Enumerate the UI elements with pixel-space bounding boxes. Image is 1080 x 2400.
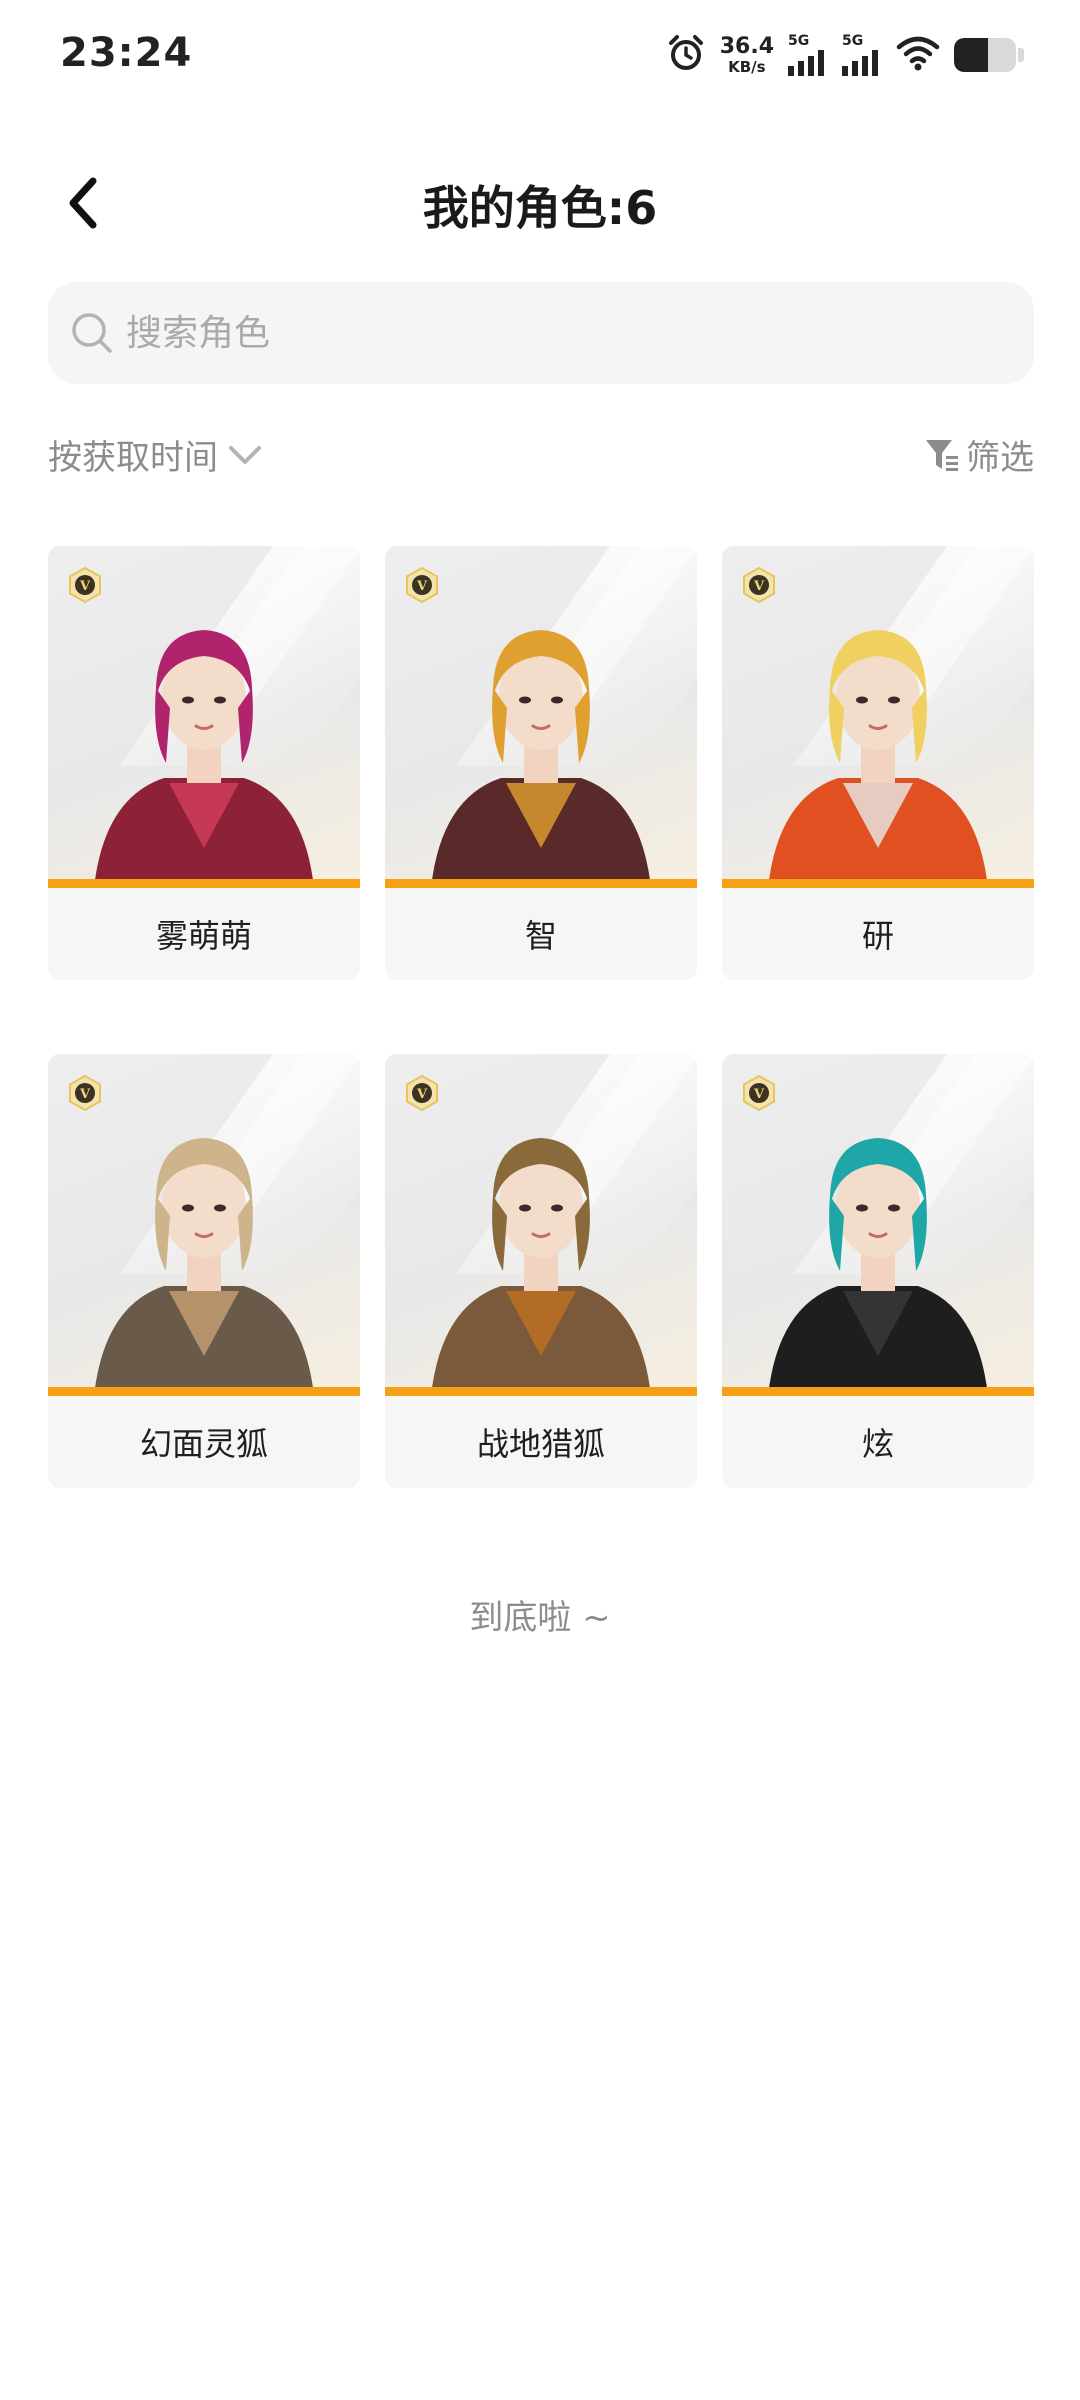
card-accent-bar <box>48 879 360 888</box>
wifi-icon <box>896 35 940 75</box>
network-speed: 36.4 KB/s <box>719 33 774 76</box>
filter-icon <box>926 439 958 471</box>
status-bar: 23:24 36.4 KB/s 5G 5G <box>0 0 1080 110</box>
battery-icon <box>954 38 1016 72</box>
character-portrait: V <box>385 1054 697 1396</box>
character-card[interactable]: V 幻面灵狐 <box>48 1054 360 1488</box>
signal-icon <box>788 50 824 76</box>
character-portrait: V <box>722 1054 1034 1396</box>
sim1-signal: 5G <box>788 34 828 76</box>
alarm-icon <box>666 33 706 77</box>
sort-dropdown[interactable]: 按获取时间 <box>48 430 262 479</box>
card-accent-bar <box>722 879 1034 888</box>
end-of-list-text: 到底啦 ~ <box>469 1598 611 1638</box>
character-name: 研 <box>861 917 894 955</box>
character-portrait: V <box>722 546 1034 888</box>
signal-icon <box>842 50 878 76</box>
character-grid: V 雾萌萌 V 智 V 研 V 幻面灵狐 V 战地猎狐 V 炫 <box>48 546 1038 1488</box>
character-figure <box>94 630 314 888</box>
chevron-down-icon <box>229 445 261 464</box>
battery-tip <box>1018 48 1024 62</box>
card-accent-bar <box>385 879 697 888</box>
character-portrait: V <box>385 546 697 888</box>
search-bar[interactable] <box>48 282 1034 384</box>
page-title: 我的角色:6 <box>422 181 658 235</box>
character-figure <box>768 630 988 888</box>
character-figure <box>768 1138 988 1396</box>
character-name: 智 <box>524 917 557 955</box>
card-accent-bar <box>48 1387 360 1396</box>
search-icon <box>70 311 114 355</box>
card-accent-bar <box>722 1387 1034 1396</box>
sim1-label: 5G <box>788 33 810 49</box>
character-portrait: V <box>48 1054 360 1396</box>
character-card[interactable]: V 研 <box>722 546 1034 980</box>
status-time: 23:24 <box>60 30 193 76</box>
battery-fill <box>954 38 989 72</box>
character-name: 幻面灵狐 <box>139 1425 268 1463</box>
sim2-label: 5G <box>842 33 864 49</box>
character-portrait: V <box>48 546 360 888</box>
sort-label: 按获取时间 <box>48 438 218 478</box>
card-accent-bar <box>385 1387 697 1396</box>
character-figure <box>431 1138 651 1396</box>
status-icons: 36.4 KB/s 5G 5G <box>666 30 1024 80</box>
character-figure <box>431 630 651 888</box>
network-speed-unit: KB/s <box>728 57 766 76</box>
character-card[interactable]: V 智 <box>385 546 697 980</box>
app-header: 我的角色:6 <box>0 150 1080 250</box>
character-name: 战地猎狐 <box>476 1425 605 1463</box>
sim2-signal: 5G <box>842 34 882 76</box>
character-card[interactable]: V 战地猎狐 <box>385 1054 697 1488</box>
sort-filter-bar: 按获取时间 筛选 <box>48 430 1034 490</box>
filter-label: 筛选 <box>966 438 1034 478</box>
search-input[interactable] <box>124 311 928 355</box>
character-figure <box>94 1138 314 1396</box>
character-name: 雾萌萌 <box>155 917 252 955</box>
network-speed-value: 36.4 <box>719 33 774 59</box>
filter-button[interactable]: 筛选 <box>924 430 1034 479</box>
character-name: 炫 <box>861 1425 894 1463</box>
character-card[interactable]: V 雾萌萌 <box>48 546 360 980</box>
character-card[interactable]: V 炫 <box>722 1054 1034 1488</box>
